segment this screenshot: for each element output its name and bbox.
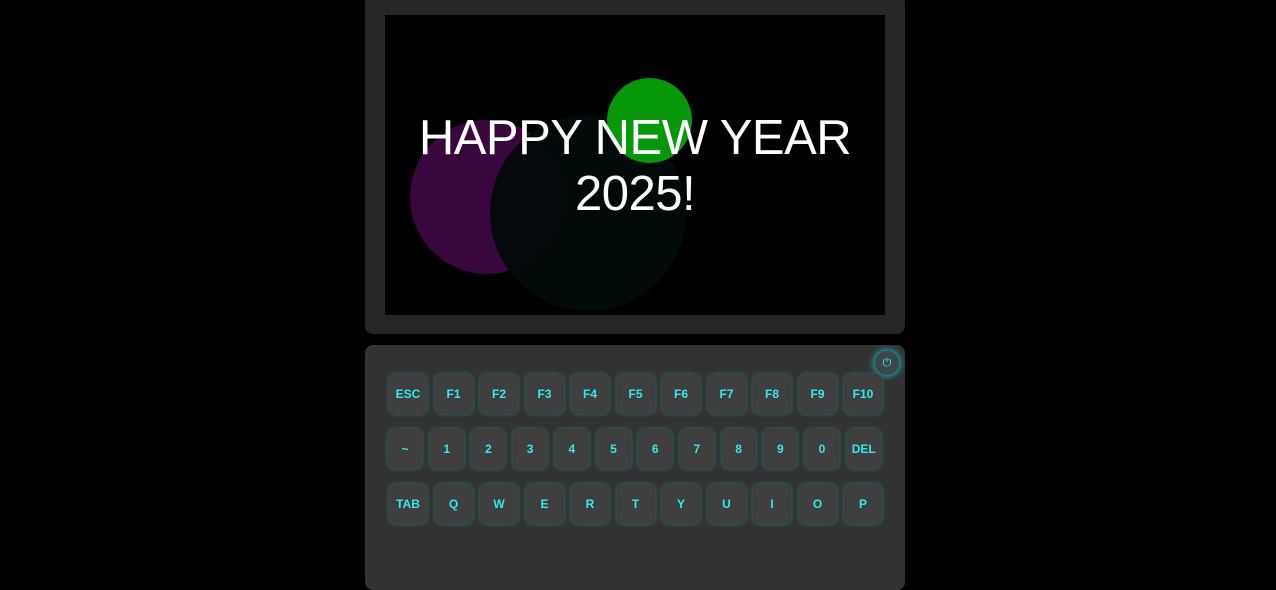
key-6[interactable]: 6 bbox=[638, 429, 673, 469]
key-tilde[interactable]: ~ bbox=[388, 429, 422, 469]
key-f6[interactable]: F6 bbox=[662, 374, 700, 414]
key-f8[interactable]: F8 bbox=[753, 374, 791, 414]
key-f10[interactable]: F10 bbox=[844, 374, 882, 414]
greeting-line-1: HAPPY NEW YEAR bbox=[418, 111, 852, 165]
key-tab[interactable]: TAB bbox=[389, 484, 427, 524]
key-esc[interactable]: ESC bbox=[389, 374, 427, 414]
key-2[interactable]: 2 bbox=[471, 429, 506, 469]
screen: HAPPY NEW YEAR 2025! bbox=[385, 15, 885, 315]
key-f1[interactable]: F1 bbox=[434, 374, 473, 414]
key-7[interactable]: 7 bbox=[679, 429, 714, 469]
key-1[interactable]: 1 bbox=[429, 429, 464, 469]
key-i[interactable]: I bbox=[753, 484, 791, 524]
key-9[interactable]: 9 bbox=[763, 429, 798, 469]
key-8[interactable]: 8 bbox=[721, 429, 756, 469]
key-f4[interactable]: F4 bbox=[571, 374, 609, 414]
power-icon: ⏻ bbox=[882, 356, 892, 369]
greeting-line-2: 2025! bbox=[574, 167, 696, 221]
key-5[interactable]: 5 bbox=[596, 429, 631, 469]
key-t[interactable]: T bbox=[616, 484, 655, 524]
key-u[interactable]: U bbox=[707, 484, 746, 524]
key-o[interactable]: O bbox=[798, 484, 837, 524]
power-button[interactable]: ⏻ bbox=[875, 351, 899, 375]
key-p[interactable]: P bbox=[844, 484, 882, 524]
key-r[interactable]: R bbox=[571, 484, 609, 524]
key-y[interactable]: Y bbox=[662, 484, 700, 524]
key-3[interactable]: 3 bbox=[513, 429, 548, 469]
keyboard: ⏻ ESC F1 F2 F3 F4 F5 F6 F7 F8 F9 F10 ~1 2 3 4 5 6 7 8 9 0 DEL… bbox=[365, 345, 905, 590]
key-0[interactable]: 0 bbox=[805, 429, 839, 469]
key-f2[interactable]: F2 bbox=[480, 374, 518, 414]
greeting-text: HAPPY NEW YEAR 2025! bbox=[385, 110, 885, 222]
key-w[interactable]: W bbox=[480, 484, 518, 524]
key-del[interactable]: DEL bbox=[846, 429, 881, 469]
key-f7[interactable]: F7 bbox=[707, 374, 746, 414]
monitor: HAPPY NEW YEAR 2025! bbox=[365, 0, 905, 334]
key-q[interactable]: Q bbox=[434, 484, 473, 524]
key-f3[interactable]: F3 bbox=[525, 374, 564, 414]
key-4[interactable]: 4 bbox=[554, 429, 589, 469]
key-e[interactable]: E bbox=[525, 484, 564, 524]
key-f5[interactable]: F5 bbox=[616, 374, 655, 414]
key-f9[interactable]: F9 bbox=[798, 374, 837, 414]
